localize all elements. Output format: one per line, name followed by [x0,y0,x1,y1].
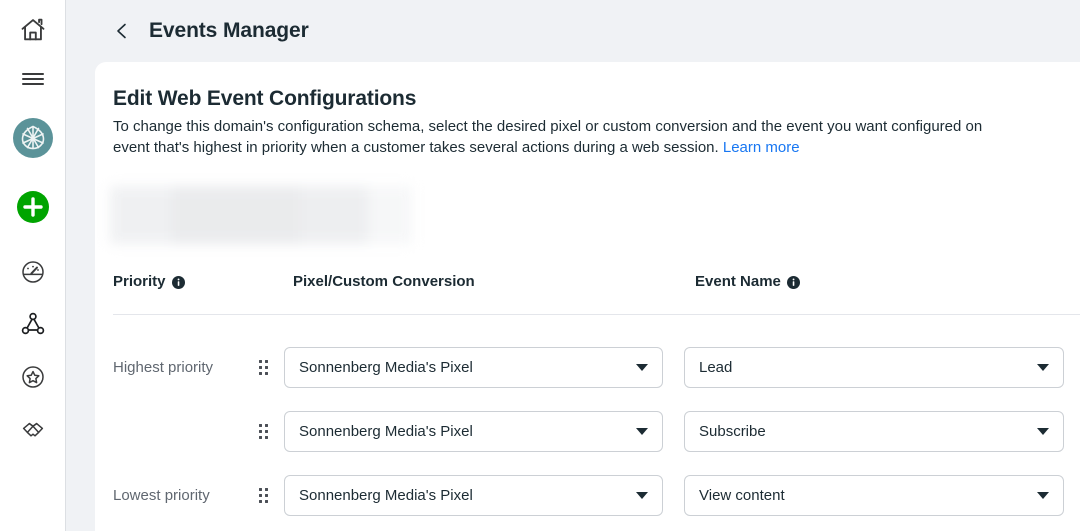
drag-dots-icon [258,424,268,439]
event-select-value: Lead [699,359,733,376]
page-title: Events Manager [149,19,309,42]
chevron-down-icon [636,492,648,499]
column-header-pixel-label: Pixel/Custom Conversion [293,273,475,290]
chevron-down-icon [1037,428,1049,435]
meta-business-icon [12,117,54,159]
sidebar-item-create[interactable] [0,185,65,229]
priority-label: Highest priority [113,359,214,376]
create-icon [13,187,53,227]
priority-label: Lowest priority [113,487,210,504]
table-row: Sonnenberg Media's Pixel Subscribe [113,411,1080,452]
event-select[interactable]: Subscribe [684,411,1064,452]
description-line-1: To change this domain's configuration sc… [113,118,983,135]
pixel-select[interactable]: Sonnenberg Media's Pixel [284,347,663,388]
chevron-down-icon [1037,492,1049,499]
drag-dots-icon [258,488,268,503]
events-manager-page: Events Manager Edit Web Event Configurat… [0,0,1080,531]
content-card: Edit Web Event Configurations To change … [95,62,1080,531]
pixel-select[interactable]: Sonnenberg Media's Pixel [284,475,663,516]
event-select[interactable]: View content [684,475,1064,516]
handshake-icon [18,415,48,445]
info-icon[interactable] [786,276,800,289]
section-title: Edit Web Event Configurations [113,87,417,110]
sidebar-item-favorites[interactable] [0,355,65,399]
pixel-select[interactable]: Sonnenberg Media's Pixel [284,411,663,452]
back-button[interactable] [105,14,139,48]
description-line-2: event that's highest in priority when a … [113,139,719,156]
sidebar-item-home[interactable] [0,8,65,52]
sidebar-item-partnerships[interactable] [0,408,65,452]
menu-icon [19,67,47,91]
pixel-select-value: Sonnenberg Media's Pixel [299,487,473,504]
star-circle-icon [18,362,48,392]
event-select-value: Subscribe [699,423,766,440]
drag-handle[interactable] [255,347,271,388]
sidebar-item-dashboard[interactable] [0,250,65,294]
redacted-tabs-block [110,186,412,244]
table-column-headers: Priority Pixel/Custom Conversion Event N… [113,273,1073,295]
column-header-priority: Priority [113,273,185,290]
pixel-select-value: Sonnenberg Media's Pixel [299,423,473,440]
event-select-value: View content [699,487,785,504]
column-header-priority-label: Priority [113,273,166,290]
network-icon [18,309,48,339]
column-header-event-label: Event Name [695,273,781,290]
home-icon [19,16,47,44]
learn-more-link[interactable]: Learn more [723,139,800,156]
sidebar-item-connections[interactable] [0,302,65,346]
sidebar-item-menu[interactable] [0,57,65,101]
chevron-down-icon [636,364,648,371]
table-divider [113,314,1080,315]
chevron-down-icon [636,428,648,435]
page-header: Events Manager [67,0,1080,62]
drag-handle[interactable] [255,475,271,516]
table-row: Lowest priority Sonnenberg Media's Pixel… [113,475,1080,516]
section-description: To change this domain's configuration sc… [113,116,1080,158]
drag-handle[interactable] [255,411,271,452]
event-select[interactable]: Lead [684,347,1064,388]
info-icon[interactable] [171,276,185,289]
sidebar-item-business-suite[interactable] [0,116,65,160]
dashboard-icon [18,257,48,287]
table-row: Highest priority Sonnenberg Media's Pixe… [113,347,1080,388]
column-header-pixel: Pixel/Custom Conversion [293,273,475,290]
sidebar-rail [0,0,66,531]
chevron-down-icon [1037,364,1049,371]
column-header-event: Event Name [695,273,800,290]
chevron-left-icon [117,23,126,39]
pixel-select-value: Sonnenberg Media's Pixel [299,359,473,376]
drag-dots-icon [258,360,268,375]
